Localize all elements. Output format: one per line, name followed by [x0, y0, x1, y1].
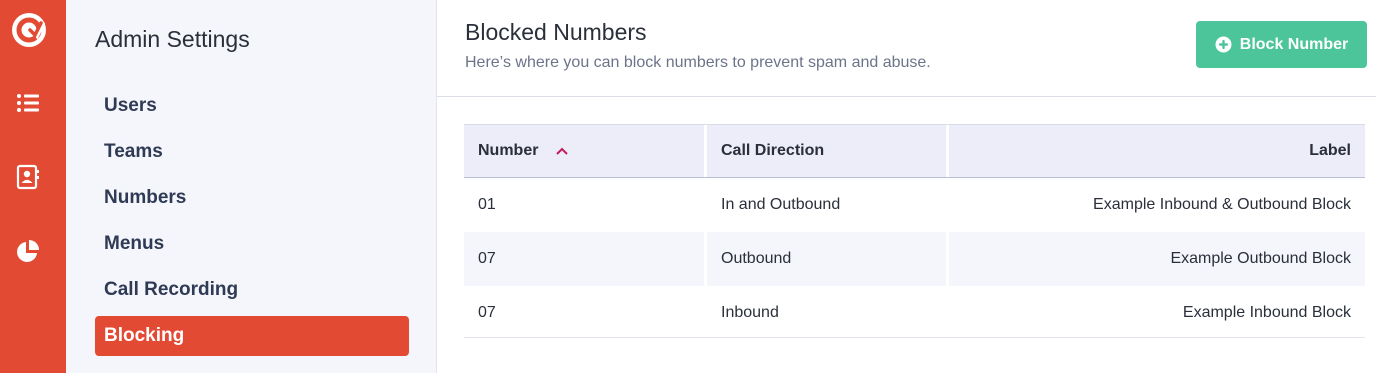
cell-number: 01	[478, 196, 496, 213]
block-number-button-label: Block Number	[1239, 35, 1349, 53]
logo-icon[interactable]	[10, 11, 48, 49]
pie-chart-icon[interactable]	[15, 238, 41, 264]
page-subtitle: Here’s where you can block numbers to pr…	[465, 54, 931, 71]
sort-ascending-icon	[556, 147, 568, 155]
column-header-label-label: Label	[1309, 142, 1351, 159]
app-rail	[0, 0, 66, 373]
settings-sidebar: Admin Settings Users Teams Numbers Menus…	[66, 0, 437, 373]
sidebar-item-teams[interactable]: Teams	[95, 132, 409, 172]
cell-label: Example Inbound & Outbound Block	[1093, 196, 1351, 213]
table-row[interactable]: 01 In and Outbound Example Inbound & Out…	[464, 178, 1365, 232]
column-header-call-direction[interactable]: Call Direction	[707, 125, 946, 177]
sidebar-title: Admin Settings	[95, 26, 250, 52]
table-row[interactable]: 07 Outbound Example Outbound Block	[464, 232, 1365, 286]
block-number-button[interactable]: Block Number	[1196, 21, 1367, 68]
sidebar-item-call-recording[interactable]: Call Recording	[95, 270, 409, 310]
cell-number: 07	[464, 232, 704, 286]
table-bottom-divider	[464, 337, 1365, 338]
cell-direction: Outbound	[707, 232, 946, 286]
sidebar-item-users[interactable]: Users	[95, 86, 409, 126]
cell-label: Example Inbound Block	[1182, 304, 1351, 321]
cell-label: Example Outbound Block	[949, 232, 1365, 286]
sidebar-item-blocking[interactable]: Blocking	[95, 316, 409, 356]
contact-book-icon[interactable]	[15, 164, 41, 190]
table-header: Number Call Direction Label	[464, 124, 1365, 178]
list-icon[interactable]	[15, 90, 41, 116]
page-header: Blocked Numbers Here’s where you can blo…	[437, 0, 1376, 97]
column-header-label[interactable]: Label	[949, 125, 1365, 177]
column-header-number-label: Number	[478, 142, 539, 159]
page-title: Blocked Numbers	[465, 19, 647, 45]
cell-direction: In and Outbound	[721, 196, 841, 213]
column-header-call-direction-label: Call Direction	[721, 142, 825, 159]
cell-direction: Inbound	[721, 304, 779, 321]
sidebar-item-menus[interactable]: Menus	[95, 224, 409, 264]
main-content: Blocked Numbers Here’s where you can blo…	[437, 0, 1376, 373]
table-row[interactable]: 07 Inbound Example Inbound Block	[464, 286, 1365, 340]
cell-number: 07	[478, 304, 496, 321]
column-header-number[interactable]: Number	[464, 125, 704, 177]
sidebar-item-numbers[interactable]: Numbers	[95, 178, 409, 218]
plus-circle-icon	[1215, 36, 1232, 53]
